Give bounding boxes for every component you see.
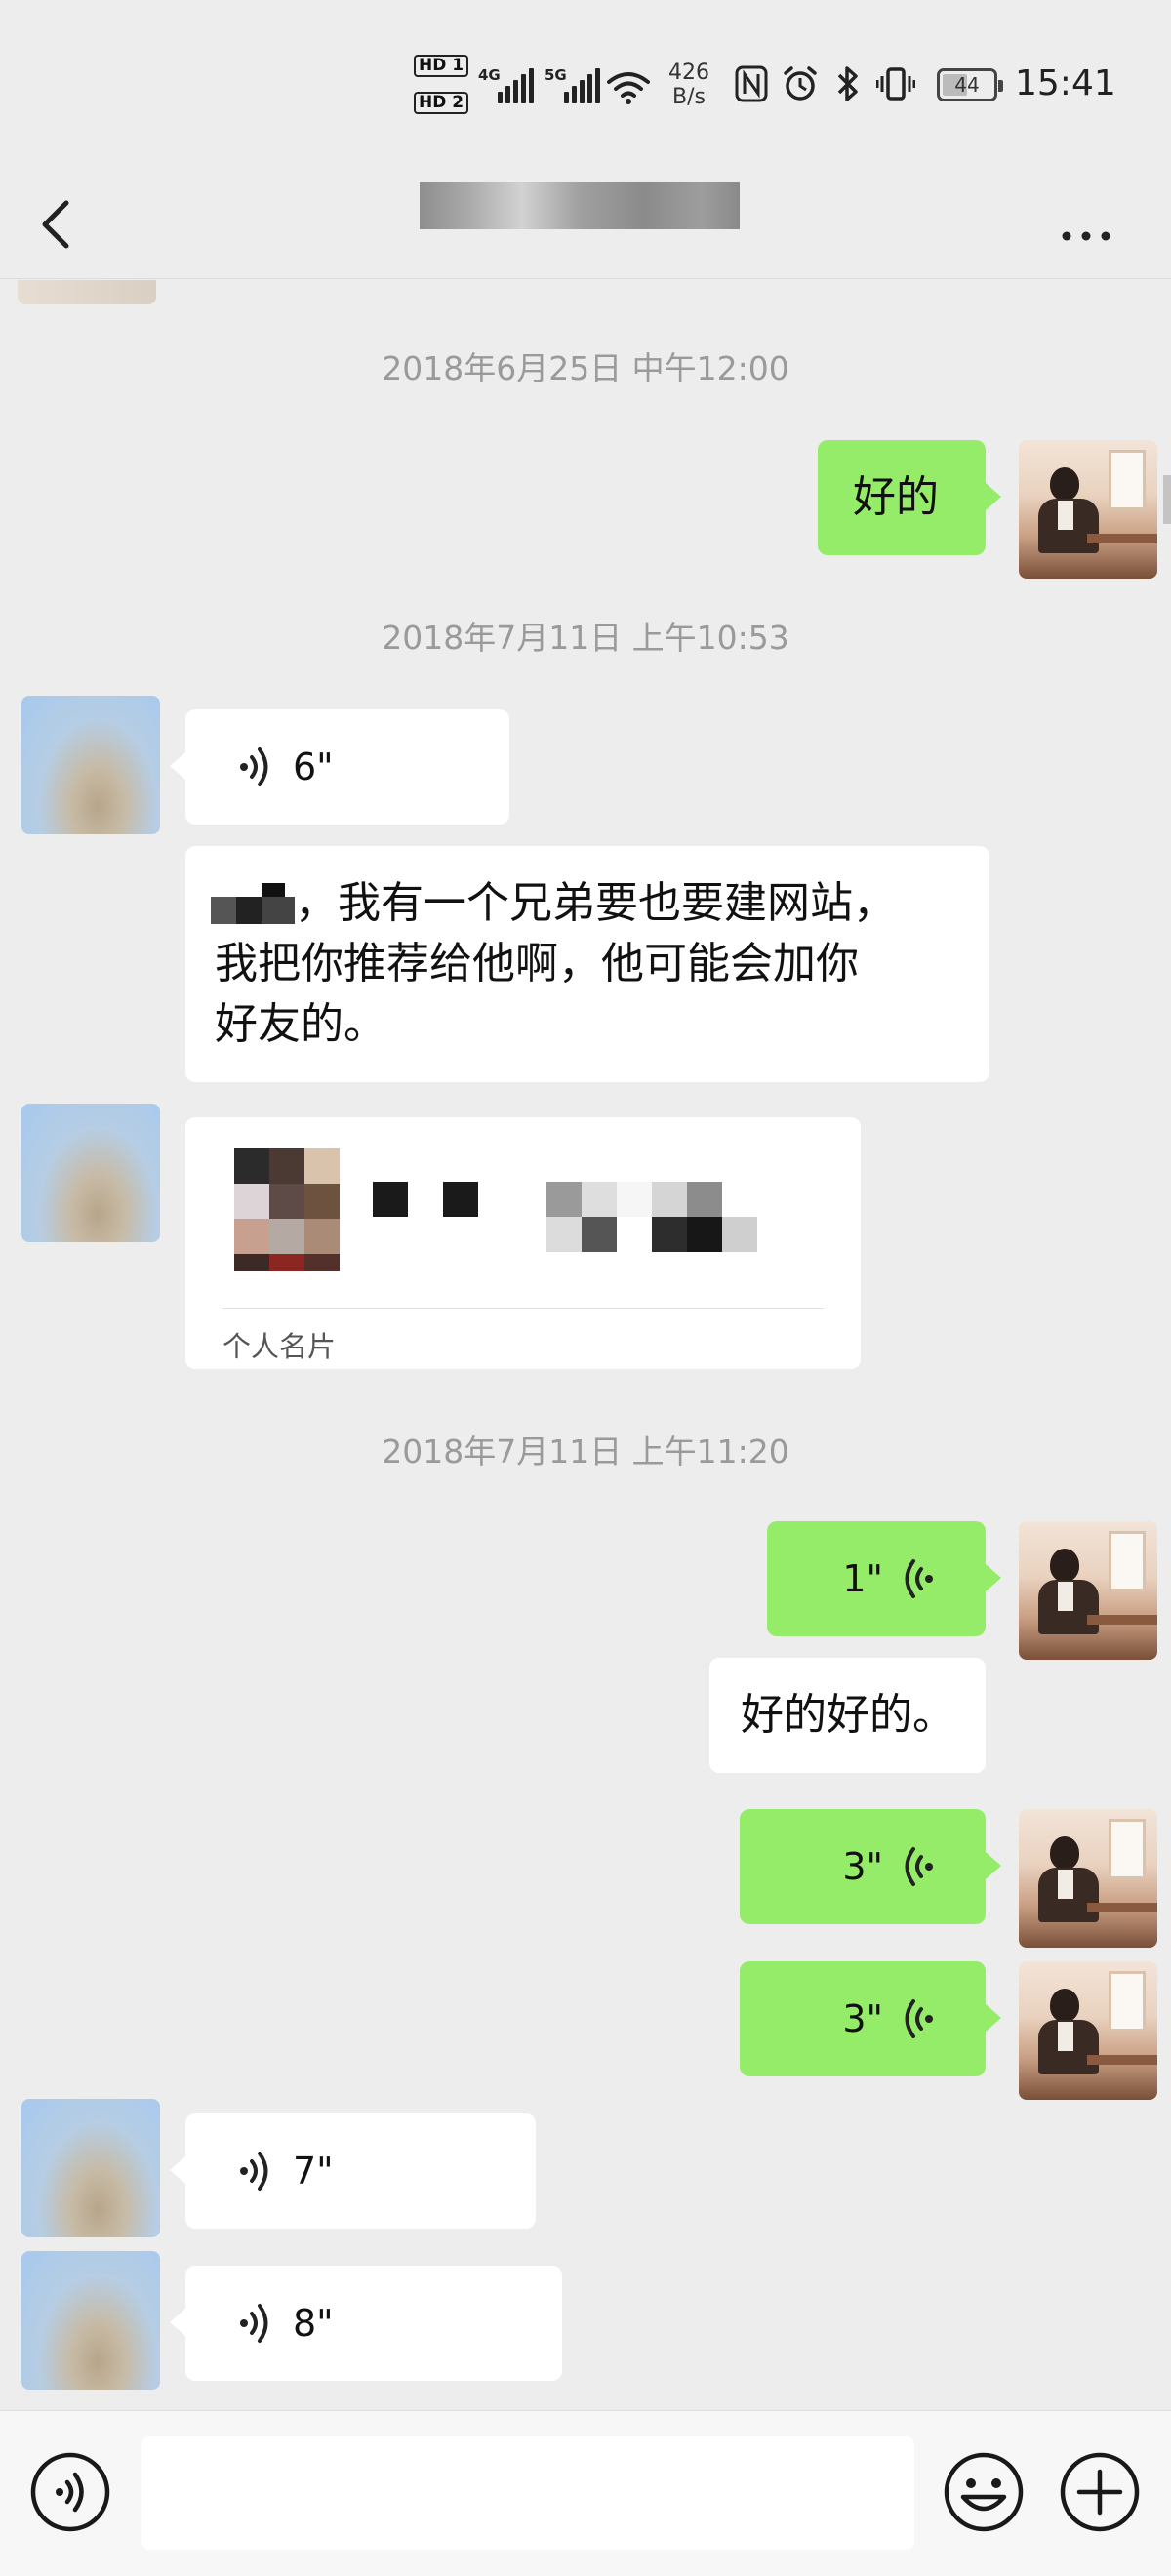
battery-level: 44 bbox=[954, 73, 980, 97]
chevron-left-icon bbox=[42, 200, 69, 249]
signal-1-icon bbox=[498, 64, 534, 103]
message-text-line-1: ，我有一个兄弟要也要建网站， bbox=[295, 878, 896, 928]
redacted-name bbox=[211, 897, 236, 924]
contact-card[interactable]: 个人名片 bbox=[185, 1117, 861, 1369]
message-input[interactable] bbox=[141, 2436, 914, 2550]
redacted-block bbox=[236, 897, 262, 924]
voice-duration: 8" bbox=[293, 2302, 334, 2345]
voice-wave-icon bbox=[905, 1999, 933, 2038]
voice-message[interactable]: 8" bbox=[170, 2266, 562, 2381]
voice-mode-icon bbox=[30, 2452, 110, 2532]
voice-wave-icon bbox=[905, 1847, 933, 1886]
net-speed-value: 426 bbox=[668, 60, 709, 85]
voice-message[interactable]: 3" bbox=[740, 1961, 1001, 2076]
my-avatar[interactable] bbox=[1019, 440, 1157, 579]
back-button[interactable] bbox=[29, 185, 88, 263]
message-text: 好的 bbox=[853, 472, 939, 522]
vibrate-icon bbox=[876, 67, 915, 101]
input-bar bbox=[0, 2410, 1171, 2576]
message-bubble[interactable]: 好的 bbox=[818, 440, 1001, 555]
status-bar: HD 1 HD 2 4G 5G 426 B/s 44 15:41 bbox=[0, 0, 1171, 166]
message-bubble[interactable]: 好的好的。 bbox=[709, 1658, 986, 1773]
voice-duration: 3" bbox=[842, 1845, 883, 1888]
plus-icon bbox=[1060, 2452, 1140, 2532]
wifi-icon bbox=[607, 72, 650, 104]
my-avatar[interactable] bbox=[1019, 1809, 1157, 1948]
voice-wave-icon bbox=[905, 1559, 933, 1598]
redacted-block bbox=[262, 897, 295, 924]
hd-badge-2: HD 2 bbox=[414, 92, 469, 114]
voice-message[interactable]: 3" bbox=[740, 1809, 1001, 1924]
voice-message[interactable]: 7" bbox=[170, 2113, 536, 2229]
nfc-icon bbox=[735, 65, 768, 102]
chat-header bbox=[0, 166, 1171, 279]
message-text-line-2: 我把你推荐给他啊，他可能会加你 bbox=[215, 939, 859, 988]
voice-mode-button[interactable] bbox=[26, 2448, 114, 2536]
timestamp: 2018年7月11日 上午11:20 bbox=[382, 1432, 789, 1470]
card-label: 个人名片 bbox=[222, 1330, 337, 1363]
signal-2-icon bbox=[564, 64, 600, 103]
card-divider bbox=[222, 1308, 824, 1309]
voice-message[interactable]: 6" bbox=[170, 709, 509, 825]
more-button[interactable] bbox=[1054, 195, 1122, 254]
scroll-indicator[interactable] bbox=[1163, 475, 1171, 524]
contact-avatar[interactable] bbox=[21, 2099, 160, 2237]
voice-wave-icon bbox=[240, 2152, 268, 2191]
alarm-icon bbox=[784, 66, 817, 101]
emoji-button[interactable] bbox=[940, 2448, 1028, 2536]
voice-wave-icon bbox=[240, 2304, 268, 2343]
hd-badge-1: HD 1 bbox=[414, 55, 469, 77]
message-bubble[interactable]: ，我有一个兄弟要也要建网站， 我把你推荐给他啊，他可能会加你 好友的。 bbox=[185, 846, 989, 1082]
network-speed: 426 B/s bbox=[660, 60, 718, 109]
my-avatar[interactable] bbox=[1019, 1961, 1157, 2100]
voice-duration: 1" bbox=[842, 1557, 883, 1600]
my-avatar[interactable] bbox=[1019, 1521, 1157, 1660]
voice-wave-icon bbox=[240, 747, 268, 786]
contact-avatar[interactable] bbox=[21, 2251, 160, 2390]
status-clock: 15:41 bbox=[1015, 63, 1116, 103]
voice-duration: 7" bbox=[293, 2150, 334, 2193]
voice-message[interactable]: 1" bbox=[767, 1521, 1001, 1636]
contact-avatar[interactable] bbox=[21, 696, 160, 834]
net-speed-unit: B/s bbox=[672, 85, 706, 109]
add-button[interactable] bbox=[1056, 2448, 1144, 2536]
avatar-partial[interactable] bbox=[18, 280, 156, 304]
message-text-line-3: 好友的。 bbox=[215, 999, 386, 1049]
card-avatar-redacted bbox=[234, 1148, 340, 1271]
message-text: 好的好的。 bbox=[741, 1690, 955, 1740]
more-dots-icon bbox=[1062, 231, 1110, 241]
timestamp: 2018年6月25日 中午12:00 bbox=[382, 349, 789, 387]
voice-duration: 3" bbox=[842, 1997, 883, 2040]
card-name-redacted bbox=[373, 1182, 763, 1252]
contact-name-redacted bbox=[420, 182, 740, 229]
emoji-icon bbox=[944, 2452, 1024, 2532]
contact-avatar[interactable] bbox=[21, 1104, 160, 1242]
bluetooth-icon bbox=[837, 66, 858, 101]
battery-icon: 44 bbox=[937, 68, 1003, 101]
timestamp: 2018年7月11日 上午10:53 bbox=[382, 619, 789, 657]
voice-duration: 6" bbox=[293, 745, 334, 788]
message-list[interactable]: 2018年6月25日 中午12:00 好的 2018年7月11日 上午10:53… bbox=[0, 280, 1171, 2410]
